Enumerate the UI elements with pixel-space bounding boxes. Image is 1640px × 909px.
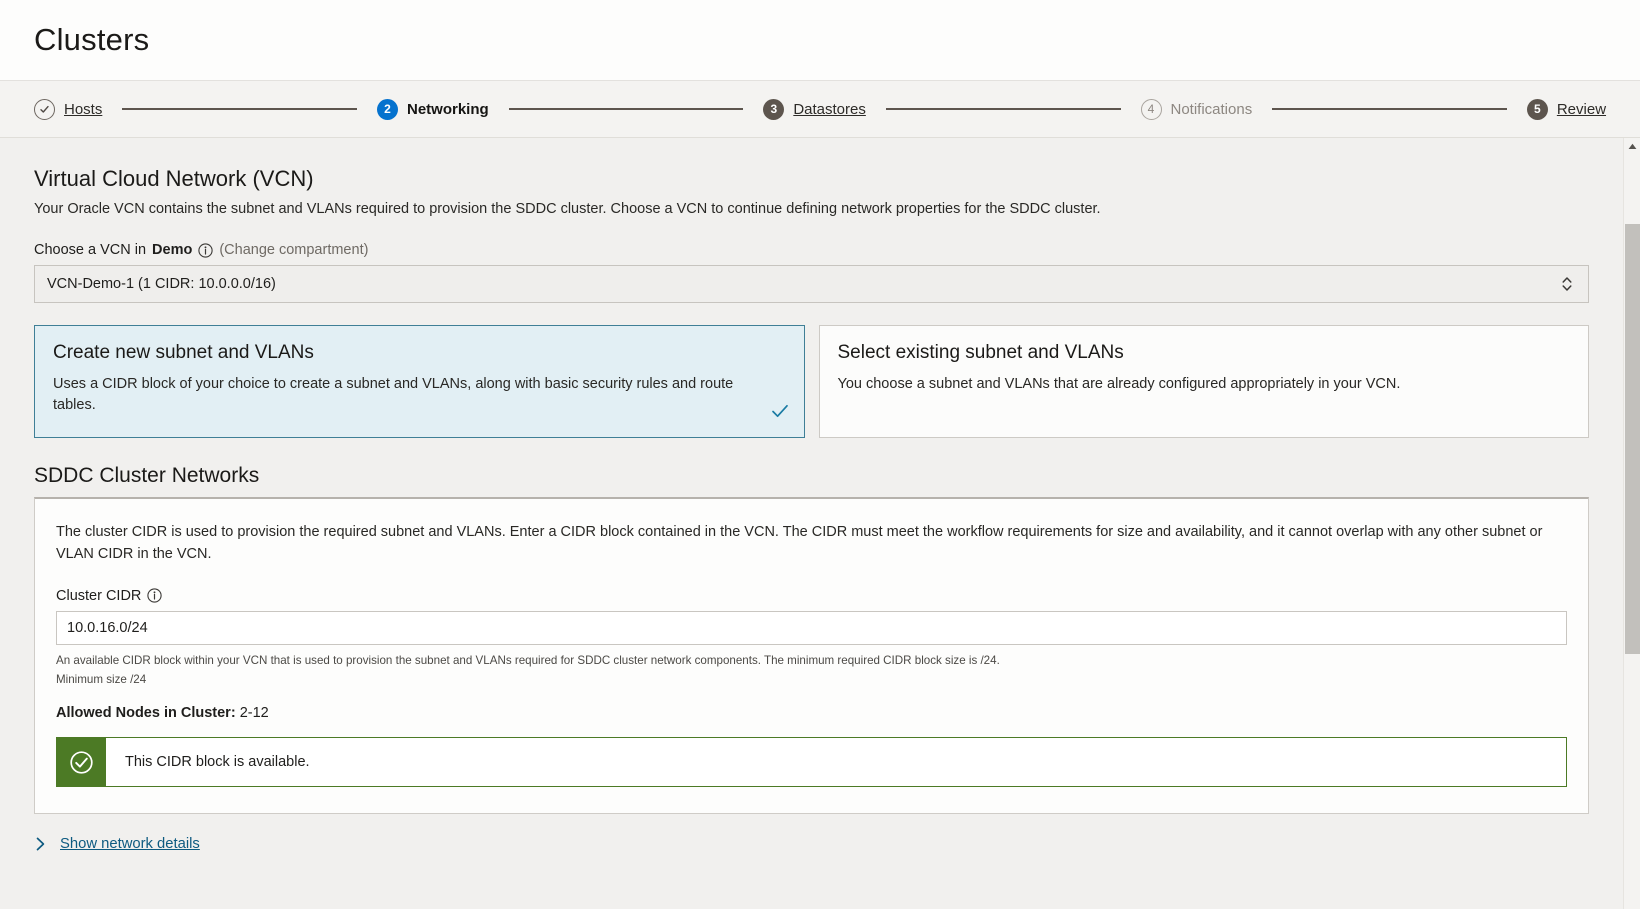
vertical-scrollbar[interactable] (1623, 138, 1640, 909)
vcn-section-description: Your Oracle VCN contains the subnet and … (34, 201, 1101, 217)
page-title: Clusters (34, 22, 150, 57)
cluster-cidr-input[interactable]: 10.0.16.0/24 (56, 610, 1567, 645)
cluster-cidr-help-line2: Minimum size /24 (56, 672, 147, 686)
vcn-section-title: Virtual Cloud Network (VCN) (34, 166, 314, 191)
sddc-panel: The cluster CIDR is used to provision th… (34, 497, 1589, 815)
card-select-existing-subnet-desc: You choose a subnet and VLANs that are a… (837, 376, 1401, 393)
allowed-nodes-label: Allowed Nodes in Cluster: (56, 705, 236, 722)
vcn-field-label-row: Choose a VCN in Demo (Change compartment… (34, 242, 1589, 258)
step-4-badge: 4 (1140, 98, 1162, 120)
cluster-cidr-help: An available CIDR block within your VCN … (56, 652, 1567, 689)
step-2-badge: 2 (376, 98, 398, 120)
step-5-badge: 5 (1526, 98, 1548, 120)
vcn-select-value: VCN-Demo-1 (1 CIDR: 10.0.0.0/16) (47, 276, 276, 293)
step-1-label[interactable]: Hosts (64, 101, 102, 118)
step-2-label: Networking (406, 100, 489, 118)
step-networking[interactable]: 2 Networking (376, 98, 489, 120)
step-notifications: 4 Notifications (1140, 98, 1253, 120)
caret-up-icon[interactable] (1624, 138, 1640, 155)
step-connector-2 (508, 108, 744, 110)
cidr-availability-banner: This CIDR block is available. (56, 737, 1567, 788)
card-create-new-subnet-desc: Uses a CIDR block of your choice to crea… (53, 376, 734, 414)
step-hosts[interactable]: Hosts (34, 98, 102, 120)
sddc-panel-description: The cluster CIDR is used to provision th… (56, 524, 1543, 562)
step-5-label[interactable]: Review (1557, 101, 1606, 118)
check-icon (770, 401, 790, 421)
vcn-label-prefix: Choose a VCN in (34, 242, 147, 259)
step-3-label[interactable]: Datastores (793, 101, 866, 118)
info-icon[interactable] (198, 242, 213, 258)
chevron-up-down-icon[interactable] (1560, 273, 1574, 295)
vcn-select[interactable]: VCN-Demo-1 (1 CIDR: 10.0.0.0/16) (34, 265, 1589, 304)
change-compartment-link[interactable]: (Change compartment) (219, 242, 368, 258)
step-3-badge: 3 (763, 98, 785, 120)
card-create-new-subnet-title: Create new subnet and VLANs (53, 342, 314, 364)
card-select-existing-subnet-title: Select existing subnet and VLANs (837, 342, 1124, 364)
network-mode-cards: Create new subnet and VLANs Uses a CIDR … (34, 325, 1589, 439)
step-review[interactable]: 5 Review (1526, 98, 1606, 120)
cidr-availability-message: This CIDR block is available. (125, 754, 310, 771)
cluster-cidr-label: Cluster CIDR (56, 587, 142, 604)
step-connector-3 (885, 108, 1121, 110)
wizard-stepper: Hosts 2 Networking 3 Datastores 4 Notifi… (0, 81, 1640, 138)
card-select-existing-subnet[interactable]: Select existing subnet and VLANs You cho… (818, 325, 1589, 439)
cluster-cidr-label-row: Cluster CIDR (56, 588, 1567, 604)
page-header: Clusters (0, 0, 1640, 81)
main-scroll-area: Virtual Cloud Network (VCN) Your Oracle … (0, 138, 1640, 909)
allowed-nodes-row: Allowed Nodes in Cluster: 2-12 (56, 705, 1567, 721)
step-4-label: Notifications (1170, 100, 1253, 118)
step-datastores[interactable]: 3 Datastores (763, 98, 866, 120)
step-connector-1 (122, 108, 357, 110)
scrollbar-thumb[interactable] (1625, 224, 1640, 654)
cluster-cidr-value: 10.0.16.0/24 (67, 619, 148, 636)
show-network-details-label[interactable]: Show network details (60, 836, 200, 852)
info-icon[interactable] (147, 588, 163, 603)
check-circle-icon (57, 738, 106, 787)
card-create-new-subnet[interactable]: Create new subnet and VLANs Uses a CIDR … (34, 325, 805, 439)
allowed-nodes-value: 2-12 (239, 705, 269, 722)
chevron-right-icon (34, 836, 47, 852)
stepper-track: Hosts 2 Networking 3 Datastores 4 Notifi… (34, 98, 1606, 120)
step-1-badge-check-icon (34, 98, 55, 120)
sddc-section-title: SDDC Cluster Networks (34, 464, 260, 488)
cluster-cidr-help-line1: An available CIDR block within your VCN … (56, 653, 1000, 667)
step-connector-4 (1272, 108, 1507, 110)
show-network-details-toggle[interactable]: Show network details (34, 836, 1589, 852)
form-content: Virtual Cloud Network (VCN) Your Oracle … (0, 138, 1623, 852)
vcn-compartment-name: Demo (152, 242, 193, 259)
